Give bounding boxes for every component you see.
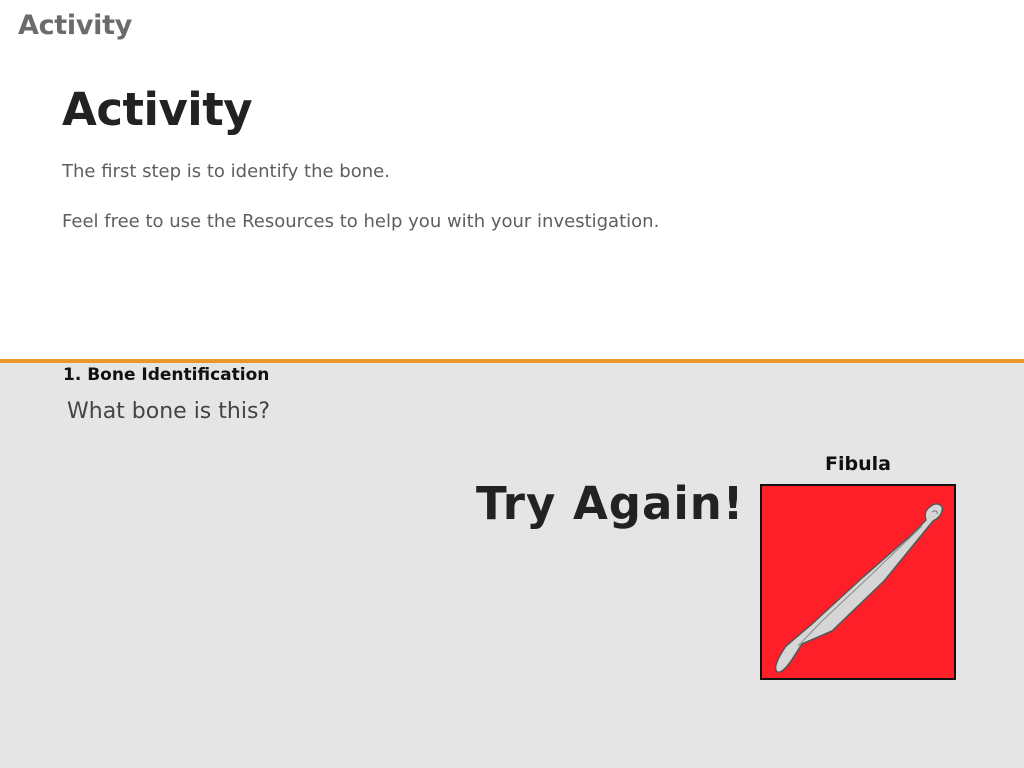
intro-paragraph-2: Feel free to use the Resources to help y… (62, 211, 660, 232)
feedback-message: Try Again! (476, 477, 745, 530)
section-title: 1. Bone Identification (63, 365, 270, 385)
activity-page: Activity Activity The first step is to i… (0, 0, 1024, 768)
header-label: Activity (18, 10, 133, 41)
bone-identification-section: 1. Bone Identification What bone is this… (0, 363, 1024, 768)
question-text: What bone is this? (67, 399, 271, 424)
fibula-bone-icon (774, 503, 944, 674)
page-title: Activity (62, 83, 253, 136)
intro-paragraph-1: The first step is to identify the bone. (62, 161, 390, 182)
intro-section: Activity Activity The first step is to i… (0, 0, 1024, 359)
answer-label: Fibula (825, 453, 891, 475)
answer-card-fibula[interactable] (760, 484, 956, 680)
